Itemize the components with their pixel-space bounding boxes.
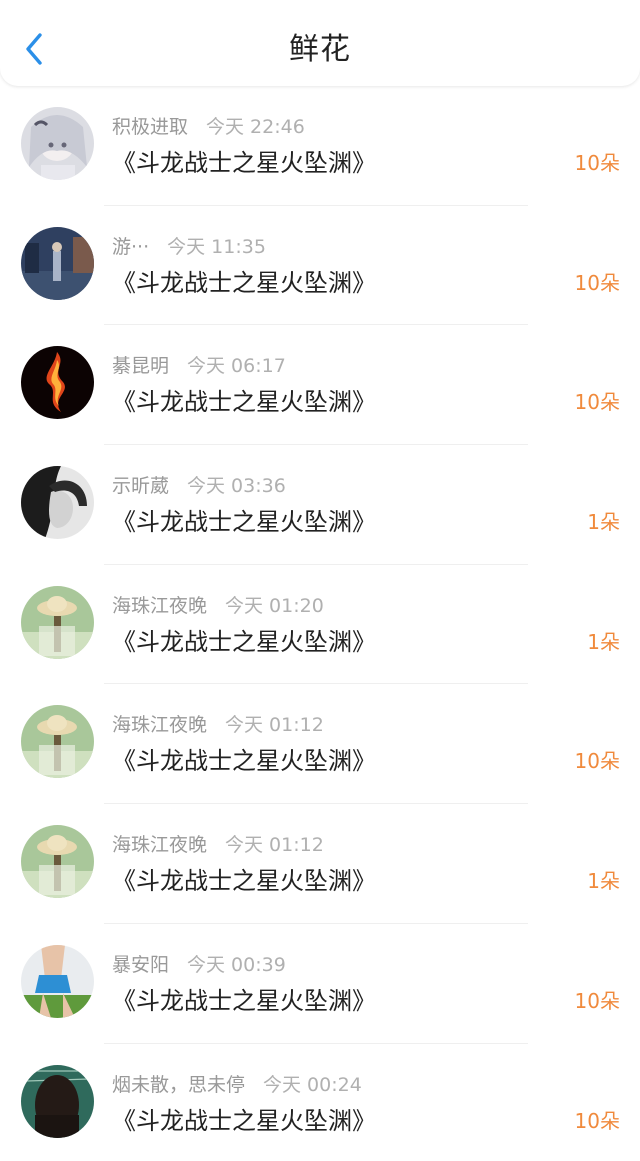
book-title[interactable]: 《斗龙战士之星火坠渊》 <box>112 147 376 179</box>
book-title[interactable]: 《斗龙战士之星火坠渊》 <box>112 865 376 897</box>
list-item[interactable]: 游··· 今天 11:35 《斗龙战士之星火坠渊》 10朵 <box>0 206 640 326</box>
flower-count: 1朵 <box>587 629 620 654</box>
book-title[interactable]: 《斗龙战士之星火坠渊》 <box>112 506 376 538</box>
username: 綦昆明 <box>112 355 170 378</box>
book-title[interactable]: 《斗龙战士之星火坠渊》 <box>112 985 376 1017</box>
avatar[interactable] <box>21 825 94 899</box>
item-meta: 暴安阳 今天 00:39 <box>112 952 286 978</box>
book-title[interactable]: 《斗龙战士之星火坠渊》 <box>112 745 376 777</box>
book-title[interactable]: 《斗龙战士之星火坠渊》 <box>112 386 376 418</box>
flower-count: 1朵 <box>587 510 620 535</box>
timestamp: 今天 01:20 <box>225 594 324 617</box>
flower-count: 10朵 <box>574 151 620 175</box>
list-item[interactable]: 积极进取 今天 22:46 《斗龙战士之星火坠渊》 10朵 <box>0 86 640 206</box>
flower-count: 1朵 <box>587 869 620 894</box>
list-item[interactable]: 暴安阳 今天 00:39 《斗龙战士之星火坠渊》 10朵 <box>0 924 640 1044</box>
item-meta: 海珠江夜晚 今天 01:12 <box>112 832 324 858</box>
timestamp: 今天 01:12 <box>225 714 324 737</box>
list-item[interactable]: 綦昆明 今天 06:17 《斗龙战士之星火坠渊》 10朵 <box>0 325 640 446</box>
avatar[interactable] <box>21 107 94 180</box>
item-meta: 烟未散，思未停 今天 00:24 <box>112 1072 362 1098</box>
flower-list: 积极进取 今天 22:46 《斗龙战士之星火坠渊》 10朵 游··· 今天 11:3… <box>0 86 640 1161</box>
username: 海珠江夜晚 <box>112 714 208 737</box>
list-item[interactable]: 海珠江夜晚 今天 01:12 《斗龙战士之星火坠渊》 1朵 <box>0 804 640 924</box>
avatar[interactable] <box>21 346 94 420</box>
flower-count: 10朵 <box>574 988 620 1013</box>
timestamp: 今天 03:36 <box>187 475 286 498</box>
book-title[interactable]: 《斗龙战士之星火坠渊》 <box>112 626 376 658</box>
avatar[interactable] <box>21 705 94 779</box>
list-item[interactable]: 烟未散，思未停 今天 00:24 《斗龙战士之星火坠渊》 10朵 <box>0 1044 640 1161</box>
username: 暴安阳 <box>112 953 170 976</box>
avatar[interactable] <box>21 1064 94 1138</box>
flower-count: 10朵 <box>574 1108 620 1133</box>
flower-count: 10朵 <box>574 390 620 415</box>
username: 海珠江夜晚 <box>112 834 208 857</box>
page-title: 鲜花 <box>289 32 351 67</box>
timestamp: 今天 22:46 <box>206 116 305 138</box>
list-item[interactable]: 海珠江夜晚 今天 01:12 《斗龙战士之星火坠渊》 10朵 <box>0 684 640 805</box>
username: 游··· <box>112 235 150 258</box>
avatar[interactable] <box>21 466 94 540</box>
flower-count: 10朵 <box>574 270 620 295</box>
book-title[interactable]: 《斗龙战士之星火坠渊》 <box>112 1105 376 1137</box>
avatar[interactable] <box>21 944 94 1018</box>
timestamp: 今天 00:24 <box>263 1073 362 1096</box>
username: 示昕葳 <box>112 475 170 498</box>
item-meta: 积极进取 今天 22:46 <box>112 114 305 140</box>
app: 鲜花 积极进取 今天 22:46 《斗龙战士之星火坠渊》 10朵 游··· 今天 1… <box>0 0 640 1161</box>
item-meta: 海珠江夜晚 今天 01:12 <box>112 712 324 738</box>
timestamp: 今天 11:35 <box>167 235 266 258</box>
timestamp: 今天 00:39 <box>187 953 286 976</box>
list-item[interactable]: 示昕葳 今天 03:36 《斗龙战士之星火坠渊》 1朵 <box>0 445 640 565</box>
book-title[interactable]: 《斗龙战士之星火坠渊》 <box>112 267 376 299</box>
item-meta: 綦昆明 今天 06:17 <box>112 353 286 379</box>
timestamp: 今天 06:17 <box>187 355 286 378</box>
username: 烟未散，思未停 <box>112 1073 246 1096</box>
header-bar: 鲜花 <box>0 0 640 86</box>
item-meta: 示昕葳 今天 03:36 <box>112 473 286 499</box>
avatar[interactable] <box>21 226 94 300</box>
item-meta: 海珠江夜晚 今天 01:20 <box>112 593 324 619</box>
flower-count: 10朵 <box>574 749 620 774</box>
timestamp: 今天 01:12 <box>225 834 324 857</box>
item-meta: 游··· 今天 11:35 <box>112 234 266 260</box>
avatar[interactable] <box>21 585 94 659</box>
list-item[interactable]: 海珠江夜晚 今天 01:20 《斗龙战士之星火坠渊》 1朵 <box>0 565 640 685</box>
username: 积极进取 <box>112 116 189 138</box>
username: 海珠江夜晚 <box>112 594 208 617</box>
